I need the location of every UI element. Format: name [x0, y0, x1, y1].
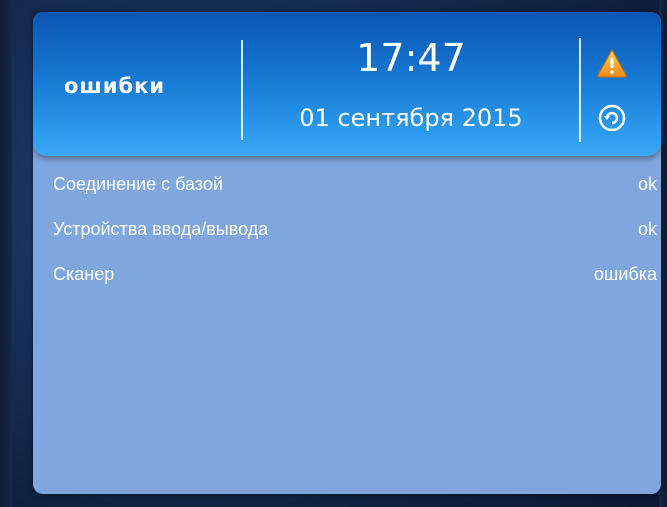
- status-label: Сканер: [53, 264, 115, 284]
- header-divider-right: [579, 38, 581, 142]
- desktop-background: ошибки 17:47 01 сентября 2015 Соединение…: [0, 0, 667, 507]
- warning-triangle-icon[interactable]: [596, 48, 628, 78]
- list-item: Соединение с базой ok: [33, 170, 661, 215]
- status-value: ok: [637, 219, 657, 239]
- clock-time: 17:47: [356, 36, 466, 80]
- header-title: ошибки: [64, 74, 166, 98]
- list-item: Сканер ошибка: [33, 260, 661, 305]
- clock-date: 01 сентября 2015: [299, 104, 523, 132]
- refresh-icon[interactable]: [598, 104, 626, 132]
- errors-panel: ошибки 17:47 01 сентября 2015 Соединение…: [33, 12, 661, 494]
- refresh-glyph: [598, 104, 626, 132]
- status-label: Соединение с базой: [53, 174, 223, 194]
- warning-triangle-glyph: [597, 48, 627, 78]
- list-item: Устройства ввода/вывода ok: [33, 215, 661, 260]
- status-label: Устройства ввода/вывода: [53, 219, 269, 239]
- status-value: ok: [637, 174, 657, 194]
- panel-header: ошибки 17:47 01 сентября 2015: [33, 12, 661, 156]
- status-value: ошибка: [593, 264, 657, 284]
- status-list: Соединение с базой ok Устройства ввода/в…: [33, 170, 661, 305]
- left-frame: [0, 0, 12, 507]
